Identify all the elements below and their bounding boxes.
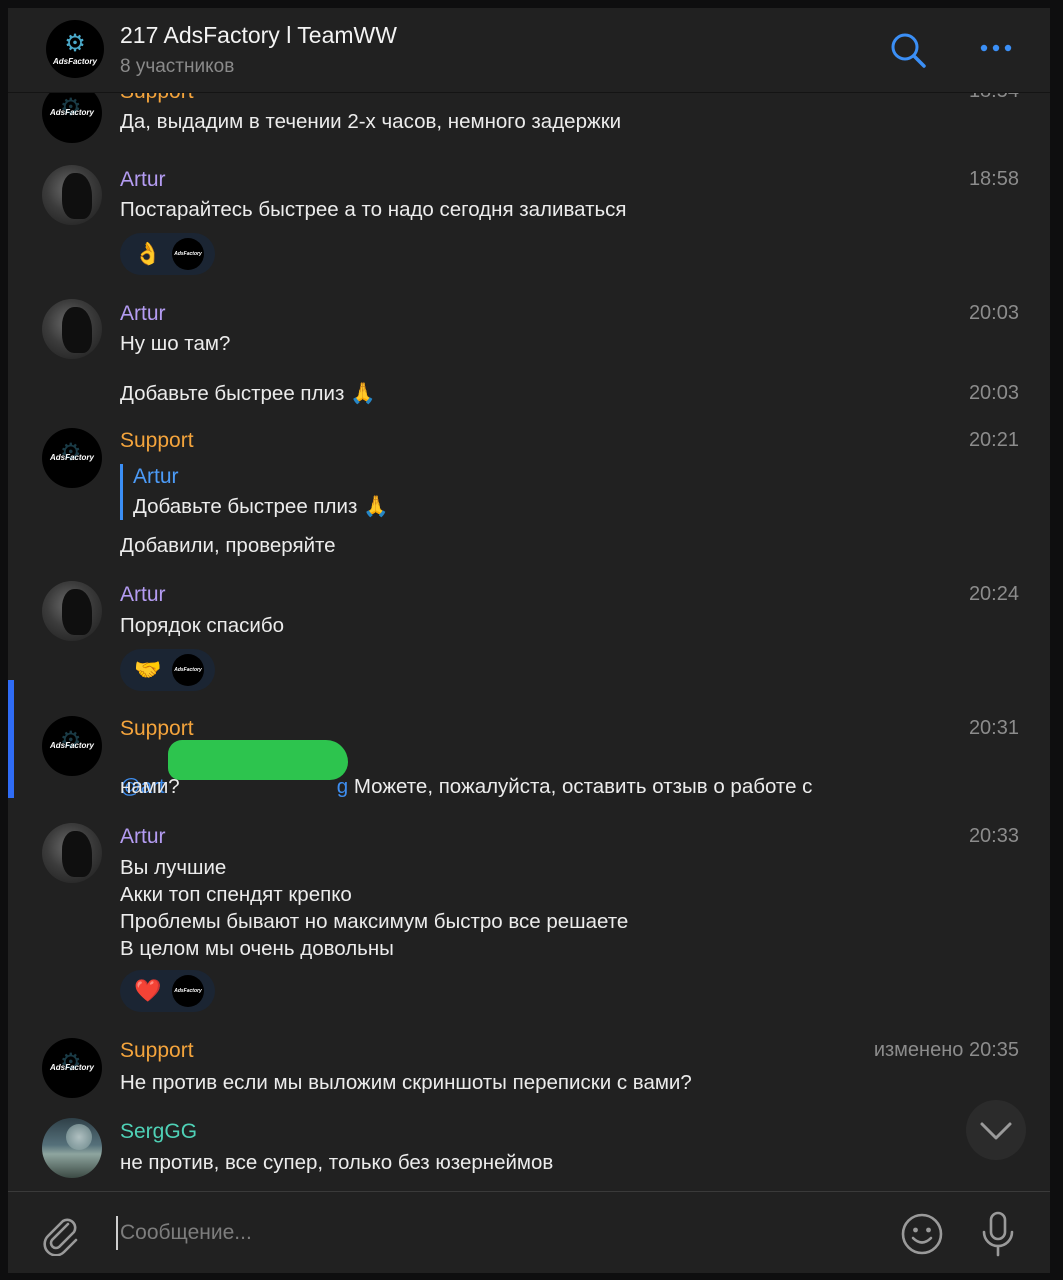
gear-icon: ⚙ — [64, 30, 86, 57]
avatar-label: AdsFactory — [49, 108, 94, 117]
paperclip-icon[interactable] — [38, 1212, 82, 1256]
chat-window: ⚙ AdsFactory 217 AdsFactory l TeamWW 8 у… — [8, 8, 1050, 1273]
message-text: Постарайтесь быстрее а то надо сегодня з… — [120, 198, 627, 221]
reply-bar — [120, 464, 123, 520]
reaction-chip[interactable]: 🤝 AdsFactory — [120, 649, 215, 691]
reaction-chip[interactable]: ❤️ AdsFactory — [120, 970, 215, 1012]
reply-sender[interactable]: Artur — [133, 465, 179, 489]
reply-text[interactable]: Добавьте быстрее плиз 🙏 — [133, 495, 389, 519]
mention-link-tail[interactable]: g — [337, 775, 348, 798]
avatar-label: AdsFactory — [49, 453, 94, 462]
message-text: Добавили, проверяйте — [120, 534, 336, 557]
reactor-avatar: AdsFactory — [172, 975, 204, 1007]
message-text: Вы лучшие Акки топ спендят крепко Пробле… — [120, 856, 629, 960]
avatar[interactable]: ⚙ AdsFactory — [42, 428, 102, 488]
avatar[interactable] — [42, 1118, 102, 1178]
reaction-chip[interactable]: 👌 AdsFactory — [120, 233, 215, 275]
emoji-icon[interactable] — [900, 1212, 944, 1256]
sender-name[interactable]: Support — [120, 717, 194, 741]
more-dots-icon[interactable] — [978, 38, 1018, 58]
ok-hand-emoji: 👌 — [134, 241, 162, 266]
avatar[interactable] — [42, 165, 102, 225]
sender-name[interactable]: Artur — [120, 302, 166, 326]
avatar[interactable] — [42, 299, 102, 359]
message-text: Порядок спасибо — [120, 614, 285, 637]
sender-name[interactable]: Support — [120, 92, 194, 104]
message-time: 20:33 — [968, 825, 1019, 847]
message-time: 20:03 — [968, 302, 1019, 324]
avatar-label: AdsFactory — [49, 1063, 94, 1072]
message-time: 20:24 — [968, 583, 1019, 605]
sender-name[interactable]: Support — [120, 1039, 194, 1063]
reactor-avatar: AdsFactory — [172, 238, 204, 270]
avatar-label: AdsFactory — [49, 741, 94, 750]
message-time: 20:03 — [968, 382, 1019, 404]
message-text: Не против если мы выложим скриншоты пере… — [120, 1071, 692, 1094]
message-time: изменено 20:35 — [873, 1039, 1019, 1061]
microphone-icon[interactable] — [978, 1210, 1018, 1258]
message-input[interactable]: Сообщение... — [116, 1216, 880, 1250]
redaction-marker — [168, 740, 348, 780]
avatar[interactable]: ⚙ AdsFactory — [42, 1038, 102, 1098]
avatar[interactable] — [42, 581, 102, 641]
chat-header: ⚙ AdsFactory 217 AdsFactory l TeamWW 8 у… — [8, 8, 1050, 93]
unread-indicator — [8, 680, 14, 798]
sender-name[interactable]: Artur — [120, 583, 166, 607]
sender-name[interactable]: Artur — [120, 168, 166, 192]
message-text: Да, выдадим в течении 2-х часов, немного… — [120, 110, 622, 133]
group-avatar[interactable]: ⚙ AdsFactory — [46, 20, 104, 78]
sender-name[interactable]: SergGG — [120, 1120, 197, 1144]
message-composer: Сообщение... — [8, 1191, 1050, 1273]
message-text-continuation: нами? — [120, 775, 180, 798]
scroll-down-button[interactable] — [966, 1100, 1026, 1160]
avatar[interactable] — [42, 823, 102, 883]
message-text-body: Можете, пожалуйста, оставить отзыв о раб… — [353, 775, 813, 798]
member-count[interactable]: 8 участников — [120, 56, 234, 78]
handshake-emoji: 🤝 — [134, 657, 162, 682]
heart-emoji: ❤️ — [134, 978, 162, 1003]
message-text: Добавьте быстрее плиз 🙏 — [120, 382, 376, 405]
message-time: 20:31 — [968, 717, 1019, 739]
chat-title[interactable]: 217 AdsFactory l TeamWW — [120, 22, 397, 49]
search-icon[interactable] — [888, 30, 928, 70]
avatar[interactable]: ⚙ AdsFactory — [42, 716, 102, 776]
message-feed[interactable]: ⚙ AdsFactory Support 18:54 Да, выдадим в… — [8, 92, 1050, 1190]
message-time: 18:58 — [968, 168, 1019, 190]
sender-name[interactable]: Artur — [120, 825, 166, 849]
sender-name[interactable]: Support — [120, 429, 194, 453]
message-time: 18:54 — [969, 92, 1019, 103]
avatar[interactable]: ⚙ AdsFactory — [42, 92, 102, 143]
message-text: Ну шо там? — [120, 332, 231, 355]
reactor-avatar: AdsFactory — [172, 654, 204, 686]
message-text: не против, все супер, только без юзерней… — [120, 1151, 554, 1174]
group-avatar-label: AdsFactory — [52, 57, 97, 66]
message-time: 20:21 — [968, 429, 1019, 451]
chevron-down-icon — [980, 1122, 1012, 1140]
